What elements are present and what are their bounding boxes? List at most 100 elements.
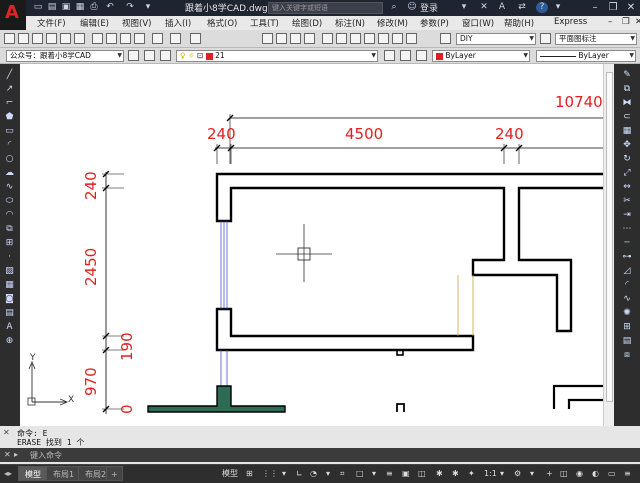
draw-order-icon[interactable]: ⧈ bbox=[621, 350, 633, 360]
erase-icon[interactable]: ✎ bbox=[621, 70, 633, 80]
copy-icon[interactable] bbox=[106, 33, 117, 44]
extend-icon[interactable]: ⇥ bbox=[621, 210, 633, 220]
chamfer-icon[interactable]: ◿ bbox=[621, 266, 633, 276]
help-dropdown-icon[interactable]: ▾ bbox=[552, 2, 564, 13]
menu-modify[interactable]: 修改(M) bbox=[377, 17, 408, 29]
annotation-scale-value[interactable]: 1:1 bbox=[484, 468, 497, 479]
infer-constraints-icon[interactable]: ▾ bbox=[282, 468, 286, 479]
print-icon[interactable] bbox=[46, 33, 57, 44]
pan-icon[interactable] bbox=[262, 33, 273, 44]
osnap-dropdown-icon[interactable]: ▾ bbox=[372, 468, 376, 479]
rotate-icon[interactable]: ↻ bbox=[621, 154, 633, 164]
command-settings-icon[interactable]: ✕ bbox=[4, 450, 11, 459]
region-icon[interactable]: ◙ bbox=[4, 294, 15, 304]
lineweight-icon[interactable]: ≡ bbox=[386, 468, 393, 479]
restore-icon[interactable]: ❐ bbox=[604, 0, 622, 16]
help-icon[interactable]: ? bbox=[536, 2, 548, 13]
gradient-icon[interactable]: ▦ bbox=[4, 280, 15, 290]
quickcalc-icon[interactable] bbox=[392, 33, 403, 44]
rectangle-icon[interactable]: ▭ bbox=[4, 126, 15, 136]
menu-close-icon[interactable]: ✕ bbox=[635, 17, 640, 27]
menu-minimize-icon[interactable]: – bbox=[608, 17, 612, 27]
text-style-icon[interactable] bbox=[440, 33, 451, 44]
isolate-icon[interactable]: ◐ bbox=[592, 468, 599, 479]
make-current-icon[interactable] bbox=[384, 50, 395, 61]
save-file-icon[interactable] bbox=[32, 33, 43, 44]
properties-panel-icon[interactable]: ▤ bbox=[621, 336, 633, 346]
annotation-visibility-icon[interactable]: ✱ bbox=[436, 468, 443, 479]
layer-previous-icon[interactable] bbox=[400, 50, 411, 61]
autodesk-icon[interactable]: A bbox=[496, 2, 508, 13]
menu-file[interactable]: 文件(F) bbox=[37, 17, 66, 29]
construction-line-icon[interactable]: ↗ bbox=[4, 84, 15, 94]
binoculars-icon[interactable]: ⌕ bbox=[388, 2, 400, 13]
menu-edit[interactable]: 编辑(E) bbox=[80, 17, 109, 29]
tab-layout1[interactable]: 布局1 bbox=[46, 466, 82, 481]
command-input-bar[interactable]: ✕ ▸ 键入命令 bbox=[0, 448, 640, 462]
workspace-switch-icon[interactable]: ⚙ bbox=[514, 468, 521, 479]
model-space-toggle[interactable]: 模型 bbox=[222, 468, 238, 479]
annotation-scale-icon[interactable]: ✦ bbox=[468, 468, 475, 479]
zoom-realtime-icon[interactable] bbox=[276, 33, 287, 44]
redo-icon[interactable] bbox=[190, 33, 201, 44]
workspace-dropdown-icon[interactable]: ▾ bbox=[530, 468, 534, 479]
point-icon[interactable]: · bbox=[4, 252, 15, 262]
text-icon[interactable]: A bbox=[4, 322, 15, 332]
clean-screen-icon[interactable]: ▭ bbox=[608, 468, 616, 479]
exchange-icon[interactable]: ✕ bbox=[478, 2, 490, 13]
break-icon[interactable]: ╌ bbox=[621, 238, 633, 248]
add-layout-icon[interactable]: + bbox=[106, 466, 123, 481]
offset-icon[interactable]: ⊂ bbox=[621, 112, 633, 122]
new-file-icon[interactable] bbox=[4, 33, 15, 44]
table-icon[interactable]: ▤ bbox=[4, 308, 15, 318]
join-icon[interactable]: ⊶ bbox=[621, 252, 633, 262]
scale-dropdown-icon[interactable]: ▾ bbox=[500, 468, 504, 479]
menu-format[interactable]: 格式(O) bbox=[207, 17, 237, 29]
zoom-window-icon[interactable] bbox=[290, 33, 301, 44]
qat-saveas-icon[interactable]: ▦ bbox=[74, 2, 86, 13]
ellipse-arc-icon[interactable]: ◠ bbox=[4, 210, 15, 220]
color-dropdown[interactable]: ByLayer ▼ bbox=[432, 50, 530, 62]
cut-icon[interactable] bbox=[92, 33, 103, 44]
command-input[interactable]: 键入命令 bbox=[30, 450, 62, 461]
preview-icon[interactable] bbox=[60, 33, 71, 44]
fillet-icon[interactable]: ◜ bbox=[621, 280, 633, 290]
menu-express[interactable]: Express bbox=[554, 17, 587, 27]
qat-save-icon[interactable]: ▣ bbox=[60, 2, 72, 13]
sheet-set-icon[interactable] bbox=[364, 33, 375, 44]
trim-icon[interactable]: ✂ bbox=[621, 196, 633, 206]
help-toolbar-icon[interactable] bbox=[406, 33, 417, 44]
text-style-dropdown[interactable]: DIY ▼ bbox=[456, 33, 536, 45]
stretch-icon[interactable]: ⇔ bbox=[621, 182, 633, 192]
linetype-dropdown[interactable]: ByLayer ▼ bbox=[536, 50, 636, 62]
scrollbar-thumb[interactable] bbox=[606, 72, 613, 402]
close-icon[interactable]: ✕ bbox=[622, 0, 640, 16]
undo-icon[interactable] bbox=[170, 33, 181, 44]
qat-redo-icon[interactable]: ↷ bbox=[124, 2, 136, 13]
ellipse-icon[interactable]: ⬭ bbox=[4, 196, 15, 206]
tab-model[interactable]: 模型 bbox=[18, 466, 48, 481]
blend-icon[interactable]: ∿ bbox=[621, 294, 633, 304]
layer-state-icon[interactable] bbox=[160, 50, 171, 61]
zoom-previous-icon[interactable] bbox=[304, 33, 315, 44]
menu-draw[interactable]: 绘图(D) bbox=[292, 17, 322, 29]
qat-undo-icon[interactable]: ↶ bbox=[104, 2, 116, 13]
break-point-icon[interactable]: ⋯ bbox=[621, 224, 633, 234]
auto-scale-icon[interactable]: ✱ bbox=[452, 468, 459, 479]
qat-new-icon[interactable]: ▭ bbox=[32, 2, 44, 13]
menu-restore-icon[interactable]: ❐ bbox=[622, 17, 630, 27]
layer-properties-icon[interactable] bbox=[144, 50, 155, 61]
sync-icon[interactable]: ⇄ bbox=[516, 2, 528, 13]
polyline-icon[interactable]: ⌐ bbox=[4, 98, 15, 108]
layer-iso-icon[interactable] bbox=[416, 50, 427, 61]
search-input[interactable]: 键入关键字或短语 bbox=[268, 2, 383, 14]
units-icon[interactable]: ◫ bbox=[560, 468, 568, 479]
layer-match-icon[interactable]: ⊞ bbox=[621, 322, 633, 332]
qat-dropdown-icon[interactable]: ▾ bbox=[142, 2, 154, 13]
drawing-svg[interactable]: 10740 240 4500 240 240 2450 190 970 0 Y … bbox=[20, 64, 614, 426]
layer-dropdown[interactable]: ♀ ☼ ⊡ 21 ▼ bbox=[176, 50, 378, 62]
paste-icon[interactable] bbox=[120, 33, 131, 44]
properties-icon[interactable] bbox=[322, 33, 333, 44]
hatch-icon[interactable]: ▨ bbox=[4, 266, 15, 276]
customize-icon[interactable]: ≡ bbox=[624, 468, 631, 479]
